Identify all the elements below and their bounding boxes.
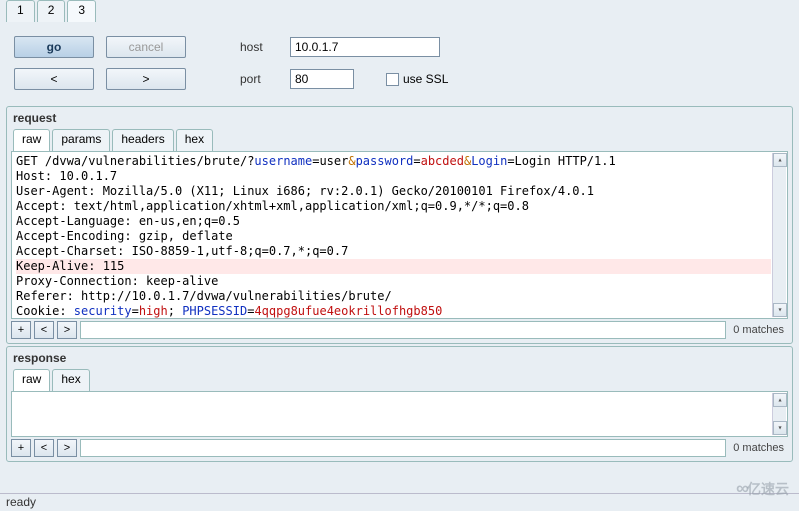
top-tab-2[interactable]: 2 <box>37 0 66 22</box>
response-panel: response raw hex ▴ ▾ + < > 0 matches <box>6 346 793 462</box>
top-tab-1[interactable]: 1 <box>6 0 35 22</box>
response-tab-raw[interactable]: raw <box>13 369 50 391</box>
top-tabs: 1 2 3 <box>0 0 799 22</box>
request-tab-hex[interactable]: hex <box>176 129 213 151</box>
request-line[interactable]: Accept-Encoding: gzip, deflate <box>16 229 771 244</box>
toolbar: go cancel host < > port use SSL <box>0 22 799 104</box>
top-tab-3[interactable]: 3 <box>67 0 96 22</box>
scroll-up-icon[interactable]: ▴ <box>773 153 787 167</box>
request-tab-params[interactable]: params <box>52 129 110 151</box>
request-line[interactable]: Accept: text/html,application/xhtml+xml,… <box>16 199 771 214</box>
response-content[interactable]: ▴ ▾ <box>11 391 788 437</box>
request-tab-headers[interactable]: headers <box>112 129 173 151</box>
request-tabs: raw params headers hex <box>7 129 792 151</box>
response-matches-label: 0 matches <box>729 442 788 454</box>
request-matches-label: 0 matches <box>729 324 788 336</box>
request-title: request <box>7 107 792 129</box>
request-tab-raw[interactable]: raw <box>13 129 50 151</box>
response-title: response <box>7 347 792 369</box>
request-line[interactable]: User-Agent: Mozilla/5.0 (X11; Linux i686… <box>16 184 771 199</box>
request-next-match-button[interactable]: > <box>57 321 77 339</box>
request-content[interactable]: GET /dvwa/vulnerabilities/brute/?usernam… <box>11 151 788 319</box>
response-prev-match-button[interactable]: < <box>34 439 54 457</box>
response-next-match-button[interactable]: > <box>57 439 77 457</box>
port-input[interactable] <box>290 69 354 89</box>
cancel-button[interactable]: cancel <box>106 36 186 58</box>
scroll-up-icon[interactable]: ▴ <box>773 393 787 407</box>
status-bar: ready <box>0 493 799 511</box>
request-line[interactable]: Keep-Alive: 115 <box>16 259 771 274</box>
request-scrollbar[interactable]: ▴ ▾ <box>772 153 786 317</box>
watermark-logo: ∞亿速云 <box>736 478 789 499</box>
host-label: host <box>240 40 278 54</box>
request-panel: request raw params headers hex GET /dvwa… <box>6 106 793 344</box>
response-search-input[interactable] <box>80 439 726 457</box>
request-line[interactable]: Referer: http://10.0.1.7/dvwa/vulnerabil… <box>16 289 771 304</box>
go-button[interactable]: go <box>14 36 94 58</box>
port-label: port <box>240 72 278 86</box>
request-prev-match-button[interactable]: < <box>34 321 54 339</box>
request-plus-button[interactable]: + <box>11 321 31 339</box>
response-tabs: raw hex <box>7 369 792 391</box>
host-input[interactable] <box>290 37 440 57</box>
request-line[interactable]: Host: 10.0.1.7 <box>16 169 771 184</box>
use-ssl-label: use SSL <box>403 72 448 86</box>
request-line[interactable]: Accept-Language: en-us,en;q=0.5 <box>16 214 771 229</box>
response-plus-button[interactable]: + <box>11 439 31 457</box>
request-line[interactable]: GET /dvwa/vulnerabilities/brute/?usernam… <box>16 154 771 169</box>
response-tab-hex[interactable]: hex <box>52 369 89 391</box>
request-line[interactable]: Cookie: security=high; PHPSESSID=4qqpg8u… <box>16 304 771 318</box>
prev-button[interactable]: < <box>14 68 94 90</box>
request-line[interactable]: Proxy-Connection: keep-alive <box>16 274 771 289</box>
next-button[interactable]: > <box>106 68 186 90</box>
scroll-down-icon[interactable]: ▾ <box>773 303 787 317</box>
scroll-down-icon[interactable]: ▾ <box>773 421 787 435</box>
request-line[interactable]: Accept-Charset: ISO-8859-1,utf-8;q=0.7,*… <box>16 244 771 259</box>
request-search-input[interactable] <box>80 321 726 339</box>
response-scrollbar[interactable]: ▴ ▾ <box>772 393 786 435</box>
use-ssl-checkbox[interactable] <box>386 73 399 86</box>
